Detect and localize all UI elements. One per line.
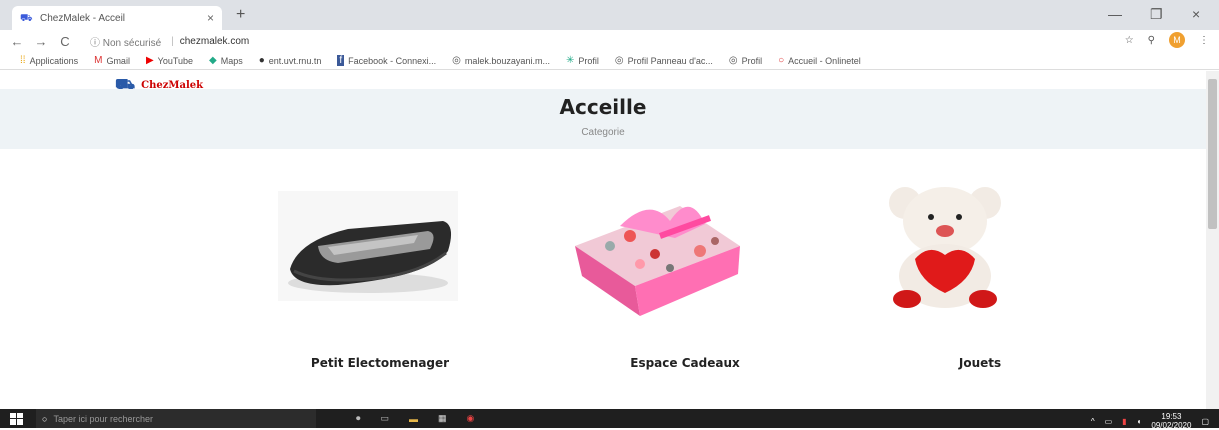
bookmark-item[interactable]: ◆ Maps: [209, 55, 243, 66]
bookmark-item[interactable]: ◎ malek.bouzayani.m...: [452, 55, 550, 66]
tab-close-icon[interactable]: ×: [207, 11, 214, 25]
category-label[interactable]: Petit Electomenager: [280, 356, 480, 370]
clock-date: 09/02/2020: [1151, 421, 1192, 430]
browser-tab[interactable]: ⛟ ChezMalek - Acceil ×: [12, 6, 222, 30]
task-view-icon[interactable]: ▭: [381, 413, 390, 424]
chrome-icon[interactable]: ◉: [467, 413, 475, 424]
clock-time: 19:53: [1161, 412, 1182, 421]
url-text[interactable]: chezmalek.com: [180, 36, 249, 47]
new-tab-button[interactable]: +: [236, 6, 245, 24]
youtube-icon: ▶: [145, 55, 154, 66]
page-subtitle: Categorie: [581, 127, 625, 138]
taskbar-search-placeholder: Taper ici pour rechercher: [53, 413, 153, 424]
cart-favicon-icon: ⛟: [20, 12, 33, 24]
battery-icon[interactable]: ▮: [1122, 417, 1126, 426]
bookmark-item[interactable]: ⁞⁞ Applications: [20, 55, 78, 66]
category-card[interactable]: [278, 191, 458, 301]
bookmarks-bar: ⁞⁞ Applications M Gmail ▶ YouTube ◆ Maps ● en…: [0, 52, 1219, 70]
bookmark-label: Applications: [29, 55, 79, 66]
url-separator: |: [171, 35, 174, 47]
bookmark-item[interactable]: ✳ Profil: [566, 55, 599, 66]
bookmark-label: Profil: [578, 55, 599, 66]
search-icon: ○: [42, 413, 48, 424]
bookmark-label: Maps: [220, 55, 243, 66]
bookmark-label: malek.bouzayani.m...: [464, 55, 550, 66]
bookmark-item[interactable]: ◎ Profil Panneau d'ac...: [615, 55, 713, 66]
facebook-icon: f: [337, 55, 345, 66]
maximize-button[interactable]: ❐: [1150, 6, 1163, 23]
close-window-button[interactable]: ×: [1192, 6, 1200, 22]
bookmark-label: ent.uvt.rnu.tn: [268, 55, 322, 66]
gift-box-image: [575, 206, 740, 316]
teddy-bear-image: [889, 187, 1001, 308]
maps-icon: ◆: [209, 55, 217, 66]
scrollbar-thumb[interactable]: [1208, 79, 1217, 229]
bookmark-item[interactable]: f Facebook - Connexi...: [337, 55, 436, 66]
forward-button[interactable]: →: [34, 34, 48, 49]
bookmark-label: Facebook - Connexi...: [348, 55, 437, 66]
system-tray: ^ ▭ ▮ ◖ 19:53 09/02/2020 ▢: [1091, 412, 1209, 430]
bookmark-star-icon[interactable]: ☆: [1125, 35, 1134, 46]
url-field[interactable]: ⓘ Non sécurisé | chezmalek.com: [90, 33, 1080, 49]
category-card[interactable]: [865, 181, 1025, 311]
sandwich-maker-image: [278, 191, 458, 301]
bookmark-item[interactable]: ○ Accueil - Onlinetel: [778, 55, 861, 66]
category-label[interactable]: Jouets: [880, 356, 1080, 370]
bookmark-item[interactable]: ▶ YouTube: [146, 55, 193, 66]
bookmark-item[interactable]: ◎ Profil: [729, 55, 762, 66]
bookmark-label: Gmail: [106, 55, 130, 66]
page-title: Acceille: [559, 95, 647, 119]
bookmark-label: Profil: [741, 55, 763, 66]
tray-chevron-icon[interactable]: ^: [1091, 417, 1095, 426]
category-label[interactable]: Espace Cadeaux: [585, 356, 785, 370]
globe-icon: ◎: [728, 55, 738, 66]
site-icon: ●: [258, 55, 265, 66]
mic-icon[interactable]: ⏺: [356, 413, 361, 424]
security-indicator[interactable]: ⓘ Non sécurisé: [90, 34, 161, 49]
bookmark-label: YouTube: [157, 55, 194, 66]
page-scrollbar[interactable]: [1206, 71, 1219, 409]
file-explorer-icon[interactable]: ▬: [409, 414, 418, 424]
category-card[interactable]: [560, 176, 750, 326]
store-icon[interactable]: ▦: [438, 413, 447, 424]
apps-icon: ⁞⁞: [20, 55, 26, 66]
bookmark-label: Profil Panneau d'ac...: [627, 55, 713, 66]
tab-strip: ⛟ ChezMalek - Acceil × + — ❐ ×: [0, 0, 1219, 30]
bookmark-item[interactable]: ● ent.uvt.rnu.tn: [259, 55, 322, 66]
back-button[interactable]: ←: [10, 34, 24, 49]
globe-icon: ◎: [614, 55, 624, 66]
windows-start-icon[interactable]: [10, 412, 24, 425]
minimize-button[interactable]: —: [1108, 6, 1122, 22]
volume-icon[interactable]: ◖: [1137, 417, 1142, 426]
address-actions: ☆ ⚲ M ⋮: [1125, 32, 1219, 48]
network-icon[interactable]: ▭: [1105, 417, 1113, 426]
notifications-icon[interactable]: ▢: [1201, 417, 1209, 426]
address-bar-row: ← → C ⓘ Non sécurisé | chezmalek.com ☆ ⚲…: [0, 30, 1219, 52]
taskbar-search[interactable]: ○ Taper ici pour rechercher: [36, 409, 316, 428]
hero-banner: Acceille Categorie: [0, 89, 1206, 149]
page-content: ⛟ ChezMalek Acceille Categorie Petit Ele…: [0, 71, 1206, 409]
star-icon: ✳: [565, 55, 575, 66]
profile-avatar[interactable]: M: [1169, 32, 1185, 48]
globe-icon: ◎: [452, 55, 461, 66]
clock[interactable]: 19:53 09/02/2020: [1151, 412, 1191, 430]
bookmark-item[interactable]: M Gmail: [94, 55, 130, 66]
os-taskbar: ○ Taper ici pour rechercher ⏺ ▭ ▬ ▦ ◉ ^ …: [0, 409, 1219, 430]
gmail-icon: M: [94, 55, 103, 66]
menu-icon[interactable]: ⋮: [1199, 35, 1209, 46]
bookmark-label: Accueil - Onlinetel: [788, 55, 861, 66]
search-lens-icon[interactable]: ⚲: [1148, 35, 1155, 46]
circle-icon: ○: [778, 55, 785, 66]
tab-title: ChezMalek - Acceil: [40, 12, 126, 24]
reload-button[interactable]: C: [58, 34, 72, 49]
